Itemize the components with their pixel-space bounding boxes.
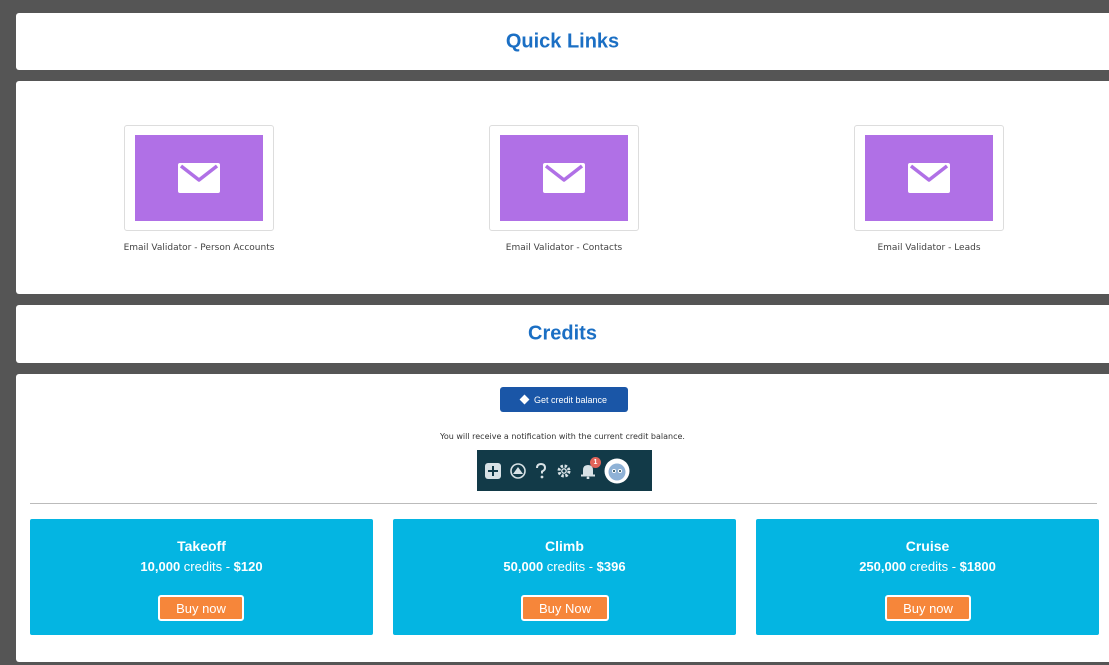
- credit-balance-notice: You will receive a notification with the…: [440, 432, 685, 441]
- tile-image: [135, 135, 263, 221]
- credits-title: Credits: [528, 322, 597, 345]
- quick-links-header-panel: Quick Links: [16, 13, 1109, 70]
- quick-link-tile-contacts[interactable]: [489, 125, 639, 231]
- envelope-icon: [908, 163, 950, 193]
- envelope-icon: [178, 163, 220, 193]
- user-avatar: [604, 458, 630, 484]
- plan-price: 50,000 credits - $396: [503, 559, 626, 574]
- buy-now-button[interactable]: Buy Now: [521, 595, 609, 621]
- notification-count-badge: 1: [590, 456, 601, 468]
- quick-link-tile-leads[interactable]: [854, 125, 1004, 231]
- plan-card-takeoff: Takeoff 10,000 credits - $120 Buy now: [30, 519, 373, 635]
- get-credit-balance-button[interactable]: Get credit balance: [500, 387, 628, 412]
- get-credit-balance-label: Get credit balance: [533, 394, 608, 405]
- plan-price: 250,000 credits - $1800: [859, 559, 996, 574]
- setup-gear-icon: [556, 463, 572, 479]
- quick-link-label[interactable]: Email Validator - Leads: [849, 241, 1009, 255]
- notification-bell-icon: 1: [581, 456, 601, 479]
- plan-name: Takeoff: [177, 538, 226, 554]
- quick-links-title: Quick Links: [505, 30, 620, 52]
- plan-card-cruise: Cruise 250,000 credits - $1800 Buy now: [756, 519, 1099, 635]
- buy-now-button[interactable]: Buy now: [885, 595, 971, 621]
- plan-card-climb: Climb 50,000 credits - $396 Buy Now: [393, 519, 736, 635]
- quick-link-label[interactable]: Email Validator - Contacts: [484, 241, 644, 255]
- quick-link-label[interactable]: Email Validator - Person Accounts: [119, 241, 279, 255]
- plan-name: Cruise: [905, 538, 950, 554]
- buy-now-button[interactable]: Buy now: [158, 595, 244, 621]
- credits-panel: Get credit balance You will receive a no…: [16, 374, 1109, 662]
- credits-header-panel: Credits: [16, 305, 1109, 363]
- tile-image: [865, 135, 993, 221]
- plan-name: Climb: [545, 538, 584, 554]
- divider: [30, 503, 1097, 504]
- tile-image: [500, 135, 628, 221]
- envelope-icon: [543, 163, 585, 193]
- header-toolbar-screenshot: 1: [477, 450, 652, 491]
- add-icon: [485, 462, 501, 479]
- quick-links-panel: Email Validator - Person Accounts Email …: [16, 81, 1109, 294]
- quick-link-tile-person-accounts[interactable]: [124, 125, 274, 231]
- help-icon: [535, 462, 547, 479]
- plan-price: 10,000 credits - $120: [140, 559, 263, 574]
- trailhead-icon: [510, 462, 526, 479]
- diamond-icon: [519, 394, 530, 405]
